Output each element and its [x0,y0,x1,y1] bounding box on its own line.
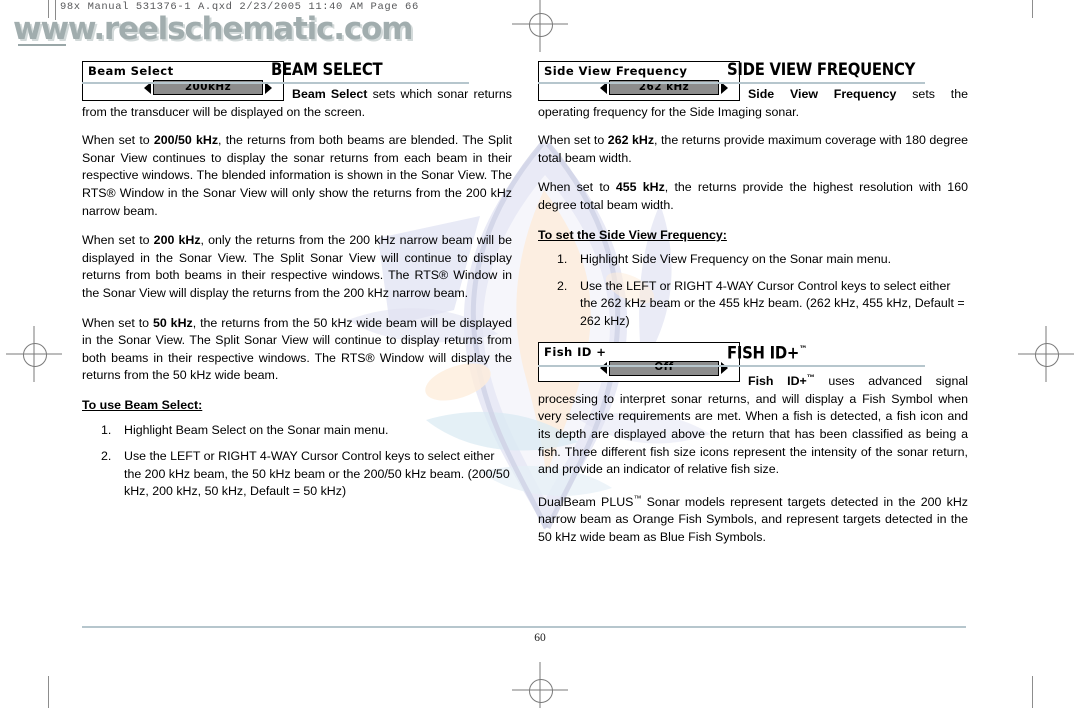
para-bold: 455 kHz [615,180,665,195]
document-page: 98x Manual 531376-1 A.qxd 2/23/2005 11:4… [0,0,1080,708]
heading-text: FISH ID+ [727,343,800,363]
section-heading-fish-id: FISH ID+™ [538,341,925,368]
para-pre: When set to [82,315,153,330]
site-watermark-underline [18,44,66,46]
side-view-frequency-paragraph-2: When set to 455 kHz, the returns provide… [538,179,968,214]
site-watermark: www.reelschematic.com [13,11,413,47]
trademark-symbol: ™ [806,373,815,383]
side-view-frequency-section: Side View Frequency 262 kHz SIDE VIEW FR… [538,60,968,132]
beam-select-steps-subhead: To use Beam Select: [82,397,203,412]
trim-line-right-vert [1032,676,1033,708]
section-heading-side-view-frequency: SIDE VIEW FREQUENCY [538,60,925,84]
fish-id-paragraph-1: DualBeam PLUS™ Sonar models represent ta… [538,490,968,547]
intro-bold: Side View Frequency [748,87,897,101]
para-pre: DualBeam PLUS [538,494,634,509]
right-column: Side View Frequency 262 kHz SIDE VIEW FR… [538,60,968,559]
fish-id-section: Fish ID + Off FISH ID+™ Fish ID+™ uses a… [538,341,968,490]
para-bold: 200/50 kHz [153,133,219,148]
para-bold: 262 kHz [607,133,655,148]
left-column: Beam Select 200kHz BEAM SELECT Beam Sele… [82,60,512,511]
beam-select-paragraph-1: When set to 200/50 kHz, the returns from… [82,132,512,220]
para-bold: 50 kHz [152,315,193,330]
fish-id-intro: Fish ID+™ uses advanced signal processin… [538,369,968,479]
trim-line-left-vert [48,676,49,708]
side-view-frequency-steps: Highlight Side View Frequency on the Son… [538,251,968,330]
list-item: Use the LEFT or RIGHT 4-WAY Cursor Contr… [557,278,965,328]
section-heading-beam-select: BEAM SELECT [82,60,469,84]
trim-line-right-top [1032,0,1033,18]
intro-bold: Beam Select [292,87,368,101]
beam-select-paragraph-2: When set to 200 kHz, only the returns fr… [82,232,512,302]
intro-bold: Fish ID+ [748,374,807,389]
page-number: 60 [534,632,546,644]
para-pre: When set to [538,180,616,195]
para-pre: When set to [82,233,154,248]
list-item: Use the LEFT or RIGHT 4-WAY Cursor Contr… [101,448,510,499]
side-view-frequency-paragraph-1: When set to 262 kHz, the returns provide… [538,132,968,167]
para-bold: 200 kHz [153,233,201,248]
beam-select-paragraph-3: When set to 50 kHz, the returns from the… [82,315,512,385]
side-view-frequency-steps-subhead: To set the Side View Frequency: [538,227,727,242]
footer-rule [82,626,966,628]
trademark-symbol: ™ [799,344,807,355]
para-pre: When set to [538,133,608,148]
list-item: Highlight Side View Frequency on the Son… [557,251,892,268]
intro-rest: uses advanced signal processing to inter… [538,374,968,477]
registration-mark-bottom [512,662,568,708]
registration-mark-right [1018,326,1074,382]
beam-select-section: Beam Select 200kHz BEAM SELECT Beam Sele… [82,60,512,132]
list-item: Highlight Beam Select on the Sonar main … [101,422,389,439]
registration-mark-left [6,326,62,382]
registration-mark-top [512,0,568,52]
para-pre: When set to [82,133,154,148]
beam-select-steps: Highlight Beam Select on the Sonar main … [82,422,512,501]
